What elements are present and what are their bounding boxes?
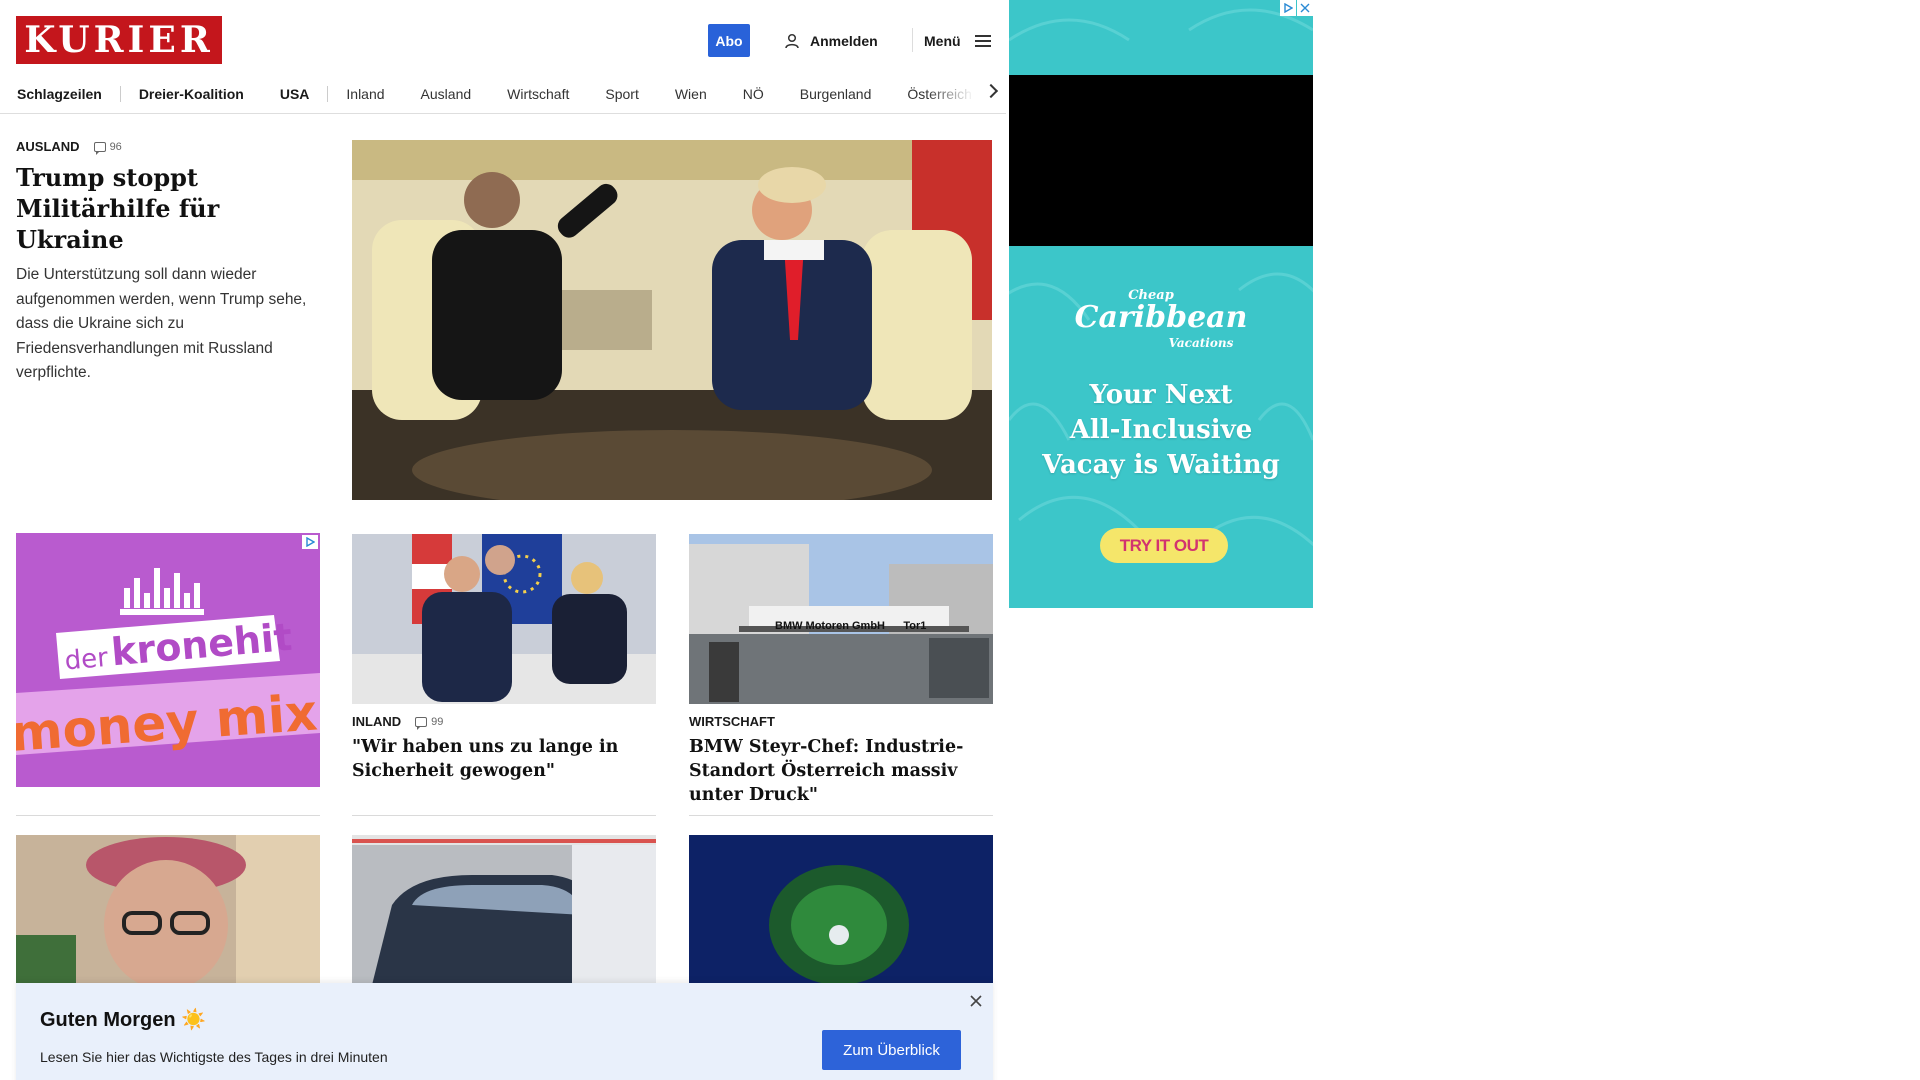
island-photo-illustration	[689, 835, 993, 985]
kronehit-promo-ad[interactable]: der kronehit money mix	[16, 533, 320, 787]
article-card[interactable]: INLAND 99 "Wir haben uns zu lange in Sic…	[352, 534, 656, 783]
lead-image[interactable]	[352, 140, 992, 500]
caribbean-vacations-ad[interactable]: Cheap Caribbean Vacations Your Next All-…	[1009, 0, 1313, 608]
row-divider	[16, 815, 320, 816]
article-card-image[interactable]	[352, 835, 656, 985]
login-button[interactable]: Anmelden	[784, 26, 878, 56]
ad-controls	[1280, 0, 1313, 16]
nav-separator	[327, 86, 329, 102]
nav-item-inland[interactable]: Inland	[346, 86, 384, 102]
logo-text: KURIER	[24, 19, 214, 61]
nav-item-schlagzeilen[interactable]: Schlagzeilen	[17, 86, 102, 102]
article-card-image[interactable]	[689, 835, 993, 985]
nav-item-noe[interactable]: NÖ	[743, 86, 764, 102]
nav-separator	[119, 86, 121, 102]
nav-item-wien[interactable]: Wien	[675, 86, 707, 102]
adchoices-icon[interactable]	[302, 535, 318, 549]
lead-photo-illustration	[352, 140, 992, 500]
article-card[interactable]: BMW Motoren GmbH Tor1 WIRTSCHAFT BMW Ste…	[689, 534, 993, 807]
lead-comments[interactable]: 96	[93, 140, 122, 155]
article-comments[interactable]: 99	[415, 715, 444, 730]
lead-meta: AUSLAND 96	[16, 139, 321, 155]
ad-close-icon[interactable]	[1297, 0, 1313, 16]
portrait-photo-illustration	[16, 835, 320, 985]
ad-headline-line: All-Inclusive	[1069, 415, 1253, 445]
article-card-image[interactable]	[16, 835, 320, 985]
row-divider	[352, 815, 656, 816]
abo-button[interactable]: Abo	[708, 24, 750, 57]
article-headline[interactable]: "Wir haben uns zu lange in Sicherheit ge…	[352, 735, 656, 783]
user-icon	[785, 33, 799, 49]
kurier-logo[interactable]: KURIER	[16, 16, 222, 64]
menu-button[interactable]: Menü	[924, 26, 991, 56]
article-card-image[interactable]: BMW Motoren GmbH Tor1	[689, 534, 993, 704]
ad-cta-button[interactable]: TRY IT OUT	[1100, 528, 1228, 563]
nav-item-wirtschaft[interactable]: Wirtschaft	[507, 86, 569, 102]
nav-item-dreier-koalition[interactable]: Dreier-Koalition	[139, 86, 244, 102]
article-kicker[interactable]: WIRTSCHAFT	[689, 714, 775, 729]
ad-headline-line: Your Next	[1089, 380, 1233, 410]
comment-icon	[415, 716, 428, 730]
lead-teaser: Die Unterstützung soll dann wieder aufge…	[16, 266, 307, 381]
article-card-image[interactable]	[352, 534, 656, 704]
lead-kicker[interactable]: AUSLAND	[16, 139, 80, 154]
section-nav-items: Schlagzeilen Dreier-Koalition USA Inland…	[17, 74, 1006, 113]
zum-ueberblick-button[interactable]: Zum Überblick	[822, 1030, 961, 1070]
bmw-gate-sign: BMW Motoren GmbH Tor1	[775, 620, 927, 632]
lead-comment-count: 96	[109, 140, 122, 153]
lead-story[interactable]: AUSLAND 96 Trump stoppt Militärhilfe für…	[16, 139, 321, 386]
ad-brand-sub: Vacations	[1168, 336, 1234, 350]
inland-photo-illustration	[352, 534, 656, 704]
ad-headline: Your Next All-Inclusive Vacay is Waiting	[1009, 378, 1313, 483]
banner-subtitle: Lesen Sie hier das Wichtigste des Tages …	[40, 1049, 388, 1065]
section-nav: Schlagzeilen Dreier-Koalition USA Inland…	[0, 74, 1006, 114]
login-label: Anmelden	[810, 33, 878, 49]
morning-briefing-banner: Guten Morgen ☀️ Lesen Sie hier das Wicht…	[16, 983, 993, 1080]
hamburger-icon	[974, 35, 991, 47]
menu-label: Menü	[924, 33, 961, 49]
nav-item-sport[interactable]: Sport	[605, 86, 638, 102]
article-card-meta: INLAND 99	[352, 714, 656, 730]
nav-item-ausland[interactable]: Ausland	[421, 86, 472, 102]
close-icon[interactable]	[968, 993, 984, 1009]
ad-headline-line: Vacay is Waiting	[1042, 450, 1280, 480]
ad-brand-main: Caribbean	[1074, 300, 1248, 335]
header-divider	[912, 28, 913, 52]
bmw-photo-illustration	[689, 534, 993, 704]
comment-icon	[93, 141, 106, 155]
row-divider	[689, 815, 993, 816]
kronehit-prefix: der	[63, 642, 110, 677]
article-comment-count: 99	[431, 715, 444, 728]
nav-item-usa[interactable]: USA	[280, 86, 310, 102]
lead-headline[interactable]: Trump stoppt Militärhilfe für Ukraine	[16, 162, 321, 255]
adchoices-icon[interactable]	[1280, 0, 1296, 16]
article-card-meta: WIRTSCHAFT	[689, 714, 993, 729]
article-kicker[interactable]: INLAND	[352, 714, 401, 729]
nav-item-burgenland[interactable]: Burgenland	[800, 86, 872, 102]
ad-video-placeholder[interactable]	[1009, 75, 1313, 246]
article-headline[interactable]: BMW Steyr-Chef: Industrie-Standort Öster…	[689, 735, 993, 807]
banner-title: Guten Morgen ☀️	[40, 1009, 207, 1031]
car-photo-illustration	[352, 835, 656, 985]
